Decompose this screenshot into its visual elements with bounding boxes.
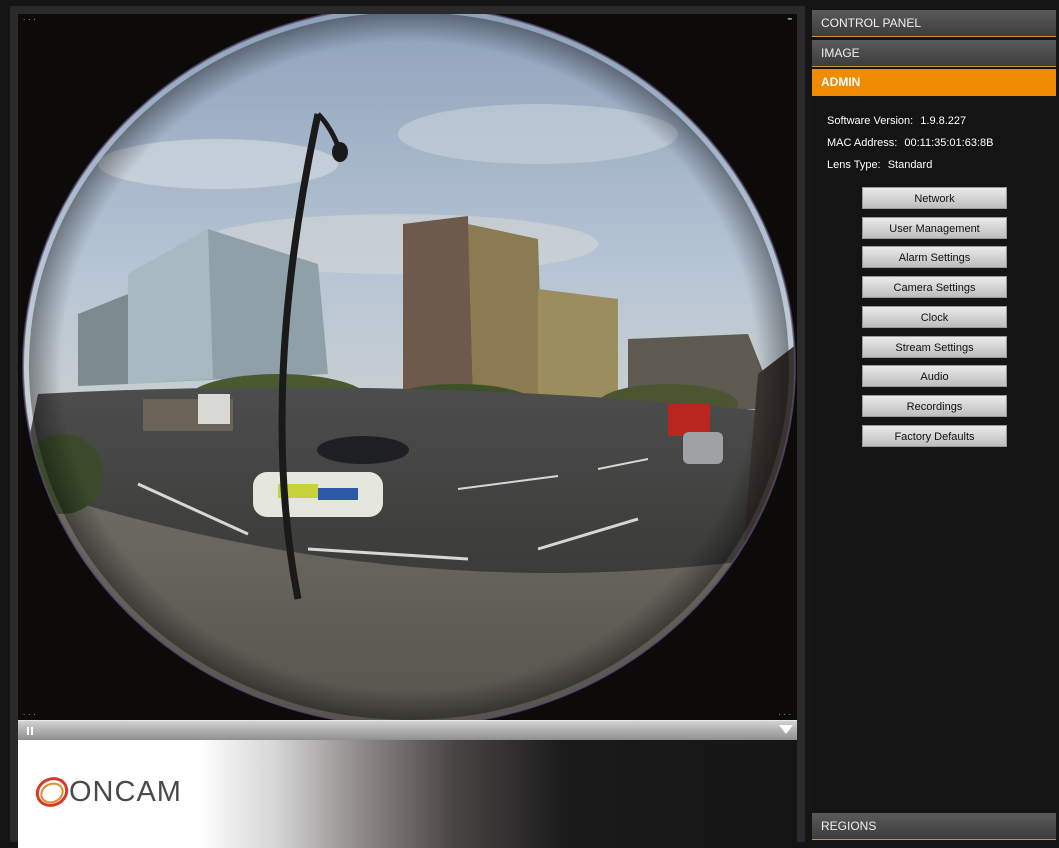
software-version-line: Software Version: 1.9.8.227: [827, 110, 997, 132]
video-panel: ... ▬ ... ... ONCAM: [10, 6, 805, 848]
mac-address-line: MAC Address: 00:11:35:01:63:8B: [827, 132, 997, 154]
pause-icon[interactable]: [23, 724, 37, 737]
lens-type-value: Standard: [887, 159, 933, 171]
corner-indicator-bottom-right: ...: [777, 710, 793, 718]
control-side-panel: CONTROL PANEL IMAGE ADMIN Software Versi…: [812, 8, 1057, 842]
software-version-label: Software Version:: [827, 115, 914, 127]
lens-type-label: Lens Type:: [827, 159, 881, 171]
app-frame: ... ▬ ... ... ONCAM CONTROL PANEL IMAGE …: [0, 0, 1059, 848]
lens-type-line: Lens Type: Standard: [827, 154, 997, 176]
mac-address-value: 00:11:35:01:63:8B: [904, 137, 994, 149]
software-version-value: 1.9.8.227: [920, 115, 967, 127]
mac-address-label: MAC Address:: [827, 137, 898, 149]
playback-bar: [18, 720, 797, 740]
regions-tab[interactable]: REGIONS: [812, 813, 1056, 840]
chevron-down-icon[interactable]: [779, 725, 793, 734]
corner-indicator-bottom-left: ...: [22, 710, 38, 718]
image-tab[interactable]: IMAGE: [812, 40, 1056, 67]
camera-settings-button[interactable]: Camera Settings: [862, 276, 1007, 298]
stream-settings-button[interactable]: Stream Settings: [862, 336, 1007, 358]
corner-indicator-top-right: ▬: [787, 15, 793, 23]
fisheye-scene: [18, 14, 797, 720]
fisheye-video-feed[interactable]: ... ▬ ... ...: [18, 14, 797, 720]
audio-button[interactable]: Audio: [862, 365, 1007, 387]
oncam-swirl-icon: [35, 777, 69, 807]
logo-bar: ONCAM: [18, 740, 797, 848]
user-management-button[interactable]: User Management: [862, 217, 1007, 239]
recordings-button[interactable]: Recordings: [862, 395, 1007, 417]
oncam-logo: ONCAM: [32, 772, 182, 812]
device-info: Software Version: 1.9.8.227 MAC Address:…: [827, 110, 997, 176]
factory-defaults-button[interactable]: Factory Defaults: [862, 425, 1007, 447]
logo-text: ONCAM: [69, 775, 182, 808]
alarm-settings-button[interactable]: Alarm Settings: [862, 246, 1007, 268]
clock-button[interactable]: Clock: [862, 306, 1007, 328]
control-panel-header[interactable]: CONTROL PANEL: [812, 10, 1056, 37]
admin-tab[interactable]: ADMIN: [812, 69, 1056, 96]
corner-indicator-top-left: ...: [22, 15, 38, 23]
network-button[interactable]: Network: [862, 187, 1007, 209]
